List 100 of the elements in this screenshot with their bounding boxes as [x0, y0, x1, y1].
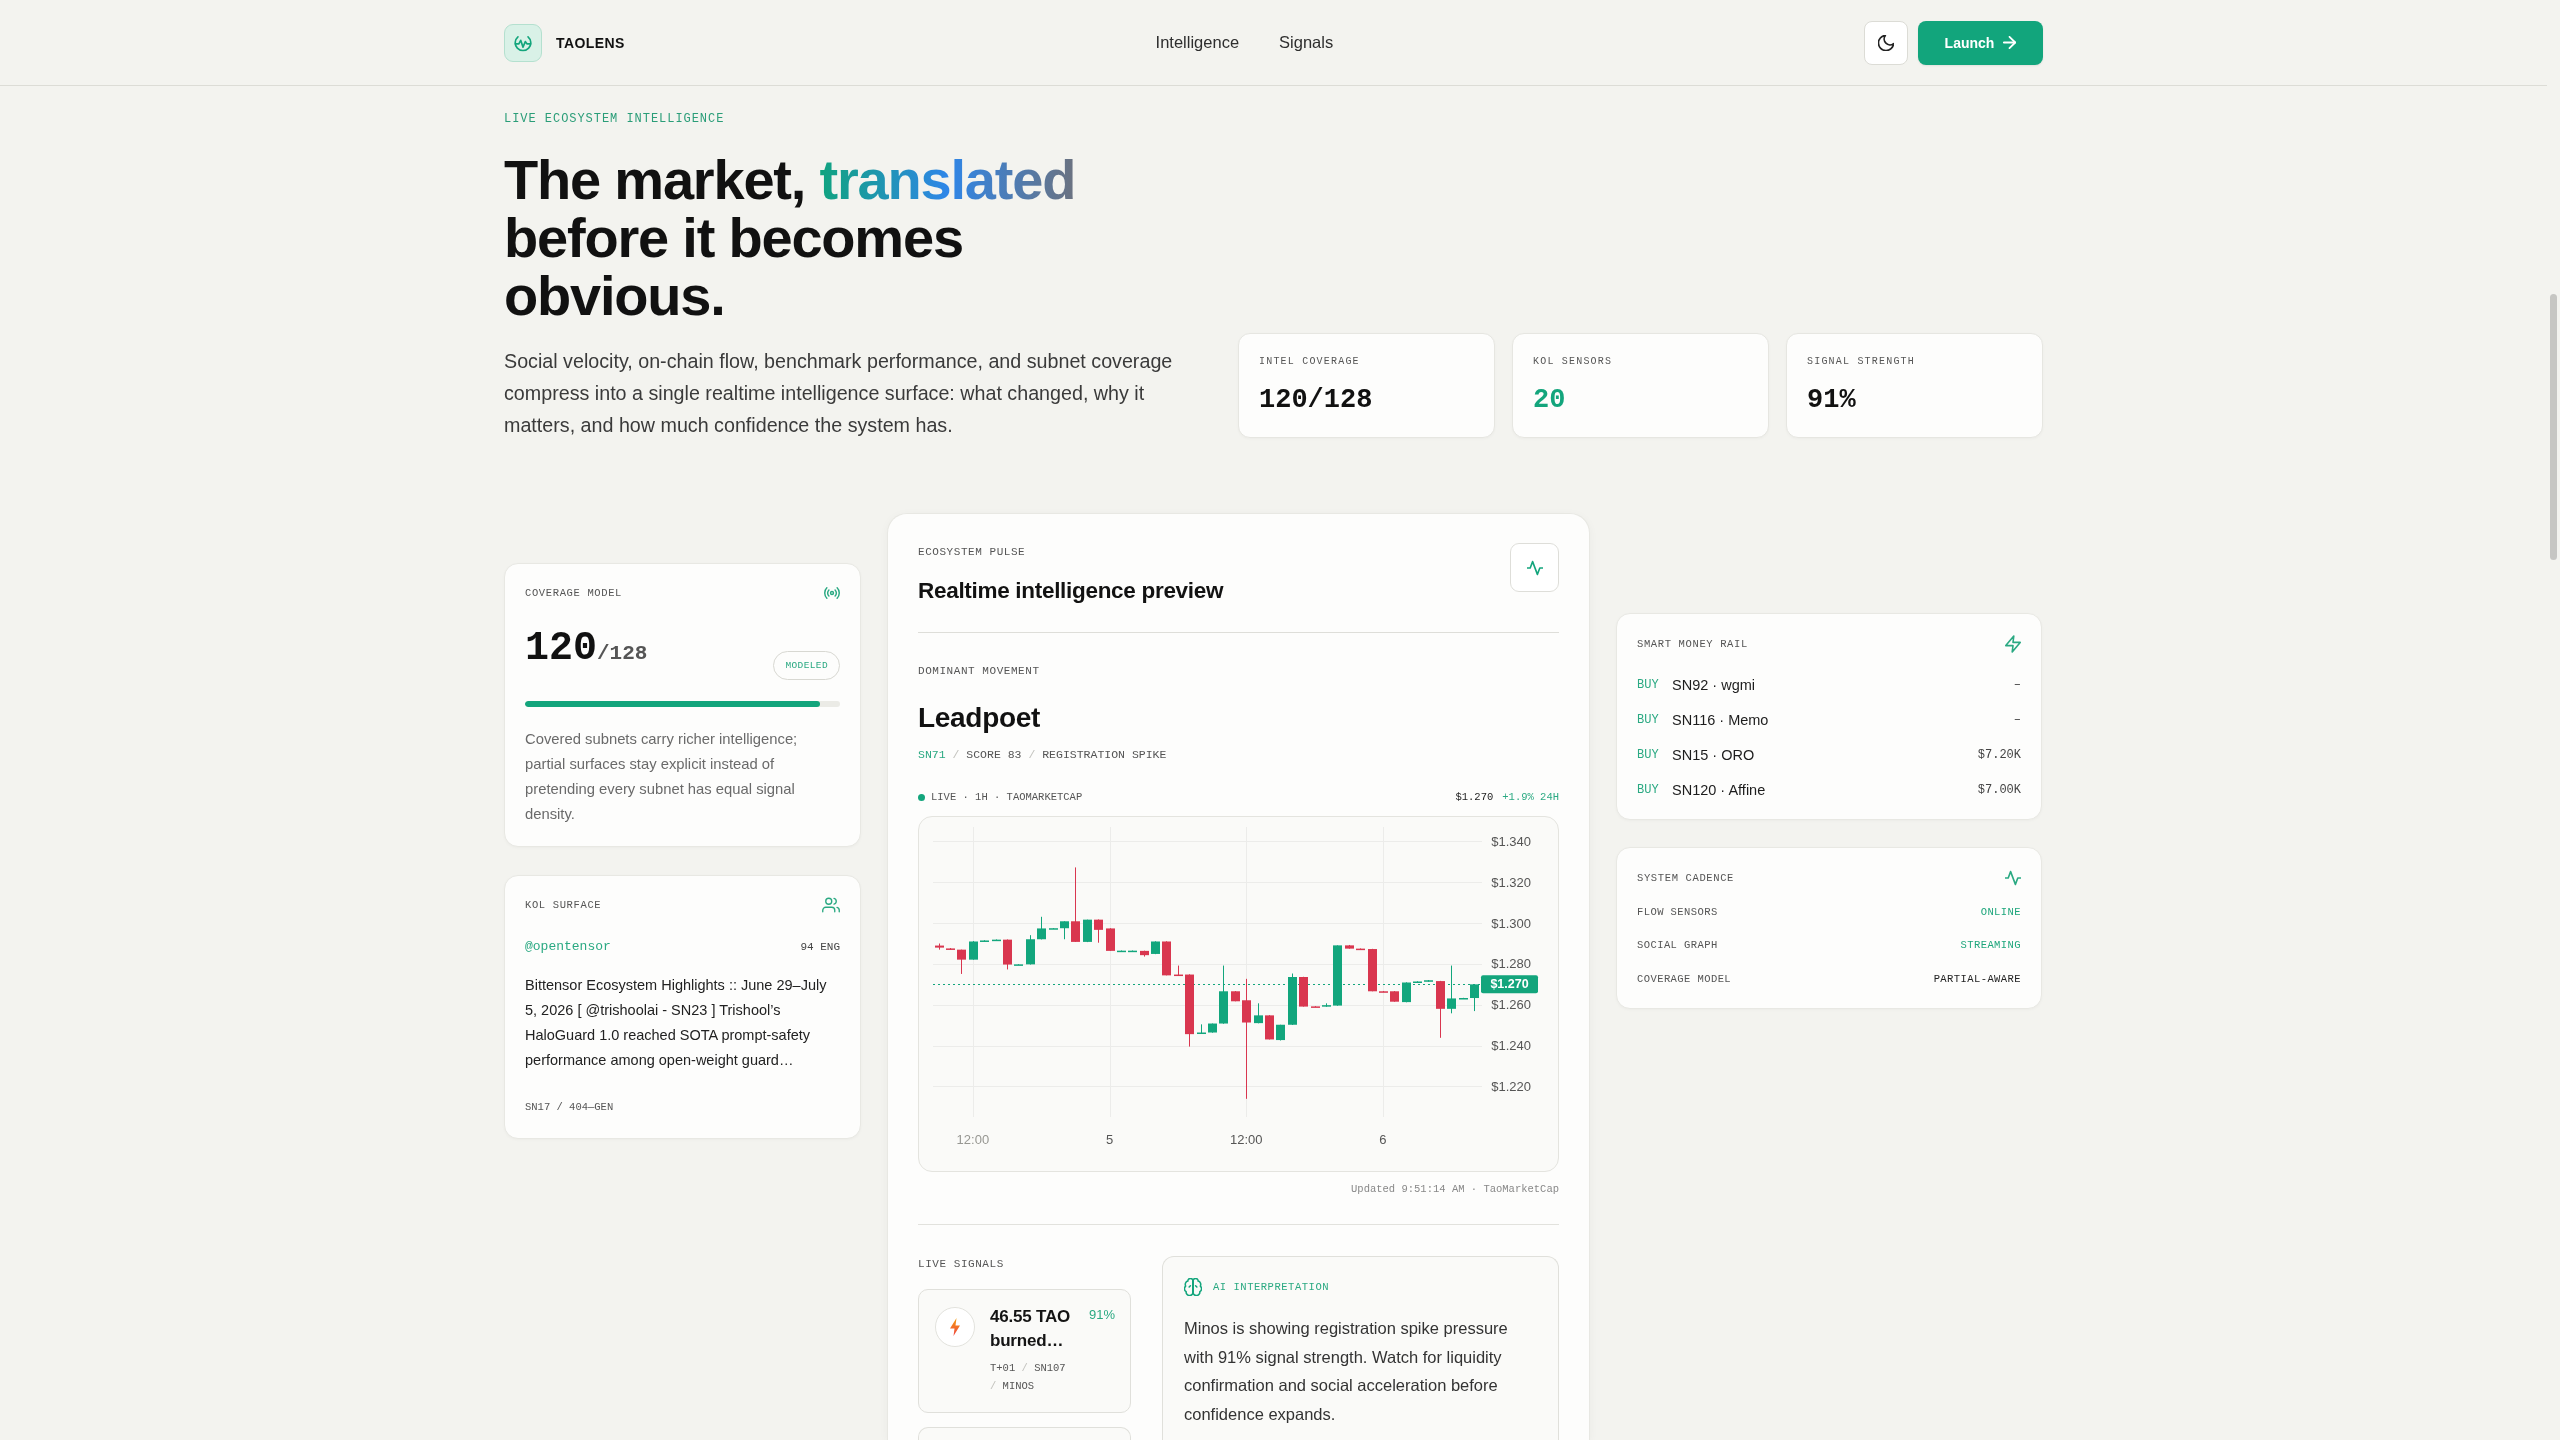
candle: [1402, 981, 1411, 1003]
candle: [1049, 927, 1058, 930]
candle: [1128, 949, 1137, 953]
cadence-label: SOCIAL GRAPH: [1637, 938, 1718, 953]
signal-title: 46.55 TAO burned…: [990, 1306, 1072, 1352]
axis-label: $1.260: [1491, 997, 1531, 1013]
trade-side: BUY: [1637, 711, 1660, 728]
candle: [1356, 947, 1365, 951]
nav-link[interactable]: Signals: [1279, 33, 1334, 52]
candle: [935, 943, 944, 951]
ai-text: Minos is showing registration spike pressure with 91% signal strength. Watch for liquidity confirmation and social acceleration before confidence expands.: [1184, 1318, 1509, 1425]
candle: [1299, 976, 1308, 1008]
candle: [1208, 1023, 1217, 1034]
subnet-name: SN15 · ORO: [1672, 746, 1755, 763]
section-label: DOMINANT MOVEMENT: [918, 664, 1040, 679]
candle: [1276, 1024, 1285, 1041]
stat-value: 120/128: [1259, 384, 1373, 416]
candle: [1174, 965, 1183, 977]
kol-handle: @opentensor: [525, 939, 611, 955]
candle: [1219, 965, 1228, 1025]
candle: [957, 949, 966, 975]
theme-button[interactable]: [1864, 20, 1908, 65]
cadence-value: STREAMING: [1960, 938, 2021, 953]
ref-line-label: $1.270: [1490, 977, 1529, 992]
live-dot-icon: [918, 793, 925, 801]
trade-amount: $7.20K: [1977, 746, 2021, 763]
subnet-name: SN92 · wgmi: [1672, 676, 1755, 693]
cadence-value: PARTIAL-AWARE: [1933, 971, 2021, 986]
ai-label: AI INTERPRETATION: [1213, 1280, 1330, 1295]
candle: [1333, 944, 1342, 1007]
stat-value: 91%: [1807, 384, 1856, 416]
card-label: SMART MONEY RAIL: [1637, 637, 1748, 651]
axis-label: 6: [1379, 1131, 1387, 1147]
section-label: LIVE SIGNALS: [918, 1257, 1004, 1272]
price-change: +1.9% 24H: [1502, 790, 1559, 805]
candle: [1060, 920, 1069, 940]
bolt-icon: [935, 1307, 975, 1347]
coverage-description: Covered subnets carry richer intelligence; partial surfaces stay explicit instead of pretending every subnet has equal signal density.: [525, 730, 799, 824]
candle: [1470, 983, 1479, 1012]
nav-link[interactable]: Intelligence: [1155, 33, 1240, 52]
brand-name: TAOLENS: [556, 34, 625, 51]
stat-label: SIGNAL STRENGTH: [1807, 356, 1915, 368]
pulse-icon: [2005, 870, 2021, 886]
candle: [1197, 1023, 1206, 1035]
trade-side: BUY: [1637, 676, 1660, 693]
candle: [1014, 963, 1023, 966]
stat-value: 20: [1533, 384, 1566, 416]
candle: [1117, 949, 1126, 953]
candle: [1094, 918, 1103, 944]
candle: [1106, 927, 1115, 952]
candle: [1379, 990, 1388, 993]
hero-eyebrow: LIVE ECOSYSTEM INTELLIGENCE: [504, 111, 725, 127]
trade-side: BUY: [1637, 746, 1660, 763]
movement-name: Leadpoet: [918, 701, 1041, 735]
candle: [1345, 944, 1354, 950]
movement-tags: SN71 / SCORE 83 / REGISTRATION SPIKE: [918, 747, 1167, 763]
axis-label: $1.220: [1491, 1078, 1531, 1094]
card-label: KOL SURFACE: [525, 898, 602, 912]
panel-eyebrow: ECOSYSTEM PULSE: [918, 545, 1027, 560]
feed-price: $1.270: [1455, 790, 1494, 805]
scrollbar-thumb[interactable]: [2550, 294, 2557, 560]
candle: [1026, 934, 1035, 966]
stat-label: KOL SENSORS: [1533, 356, 1613, 368]
coverage-count: 120/128: [525, 627, 648, 673]
candle: [992, 938, 1001, 942]
axis-label: $1.320: [1491, 874, 1531, 890]
candle: [1424, 979, 1433, 983]
candle: [1413, 980, 1422, 983]
candle: [1288, 973, 1297, 1026]
axis-label: $1.340: [1491, 834, 1531, 849]
brain-icon: [1184, 1278, 1202, 1296]
trade-amount: –: [2013, 676, 2021, 693]
candle: [1311, 1005, 1320, 1008]
logo-icon: [504, 23, 542, 62]
candle: [1083, 919, 1092, 943]
price-tag: $1.270: [1481, 975, 1538, 994]
candle: [1037, 916, 1046, 940]
axis-label: 12:00: [956, 1131, 990, 1147]
engagement-count: 94 ENG: [800, 940, 840, 955]
subnet-name: SN120 · Affine: [1672, 781, 1766, 798]
trade-amount: $7.00K: [1977, 781, 2021, 798]
candle: [1459, 997, 1468, 1000]
broadcast-icon: [824, 586, 840, 600]
candle: [946, 947, 955, 951]
cadence-label: FLOW SENSORS: [1637, 904, 1718, 919]
candle: [1254, 1002, 1263, 1024]
bolt-icon: [2005, 635, 2021, 653]
trade-amount: –: [2013, 711, 2021, 728]
moon-icon: [1878, 34, 1894, 51]
stat-label: INTEL COVERAGE: [1259, 356, 1360, 368]
kol-source: SN17 / 404—GEN: [525, 1100, 614, 1114]
candle: [969, 940, 978, 961]
card-label: COVERAGE MODEL: [525, 586, 623, 600]
cadence-value: ONLINE: [1980, 904, 2021, 919]
candle: [1151, 940, 1160, 955]
card-label: SYSTEM CADENCE: [1637, 871, 1735, 885]
trade-side: BUY: [1637, 781, 1660, 798]
candle: [1390, 990, 1399, 1003]
candle: [980, 939, 989, 942]
kol-post: Bittensor Ecosystem Highlights :: June 29–July 5, 2026 [ @trishoolai - SN23 ] Trishool’s HaloGuard 1.0 reached SOTA prompt-safety performance among open-weight guard…: [525, 976, 828, 1070]
